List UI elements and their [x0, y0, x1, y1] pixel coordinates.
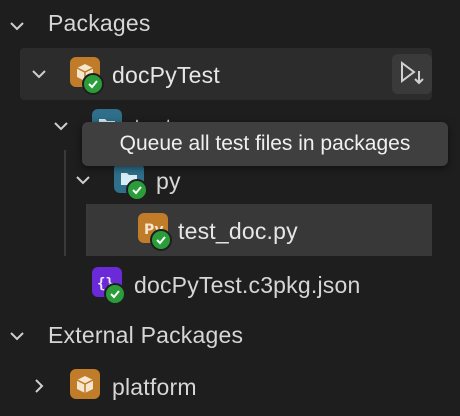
tooltip-text: Queue all test files in packages [119, 132, 411, 155]
tree-item-platform[interactable]: platform [0, 360, 460, 412]
section-packages[interactable]: Packages [0, 0, 460, 52]
tree-item-label: test_doc.py [178, 218, 298, 244]
chevron-down-icon[interactable] [8, 17, 26, 35]
section-title: External Packages [48, 322, 244, 348]
chevron-down-icon[interactable] [8, 327, 26, 345]
status-ok-icon [126, 179, 148, 201]
tree-item-test-doc[interactable]: Py test_doc.py [88, 204, 432, 256]
status-ok-icon [104, 283, 126, 305]
tree-item-label: docPyTest [112, 62, 220, 88]
status-ok-icon [82, 73, 104, 95]
tree-item-pkg-json[interactable]: {} docPyTest.c3pkg.json [0, 258, 460, 310]
run-tests-icon [401, 61, 424, 85]
tooltip: Queue all test files in packages [82, 122, 448, 166]
chevron-down-icon[interactable] [30, 65, 48, 83]
package-icon [70, 369, 104, 403]
section-external-packages[interactable]: External Packages [0, 310, 460, 362]
status-ok-icon [150, 229, 172, 251]
chevron-down-icon[interactable] [74, 171, 92, 189]
run-tests-button[interactable] [392, 54, 432, 94]
tree-item-label: platform [112, 374, 197, 400]
tree-item-docpytest[interactable]: docPyTest [20, 48, 432, 100]
section-title: Packages [48, 10, 151, 36]
chevron-down-icon[interactable] [52, 117, 70, 135]
tree-item-label: docPyTest.c3pkg.json [134, 272, 361, 298]
chevron-right-icon[interactable] [30, 377, 48, 395]
tree-item-label: py [156, 168, 181, 194]
